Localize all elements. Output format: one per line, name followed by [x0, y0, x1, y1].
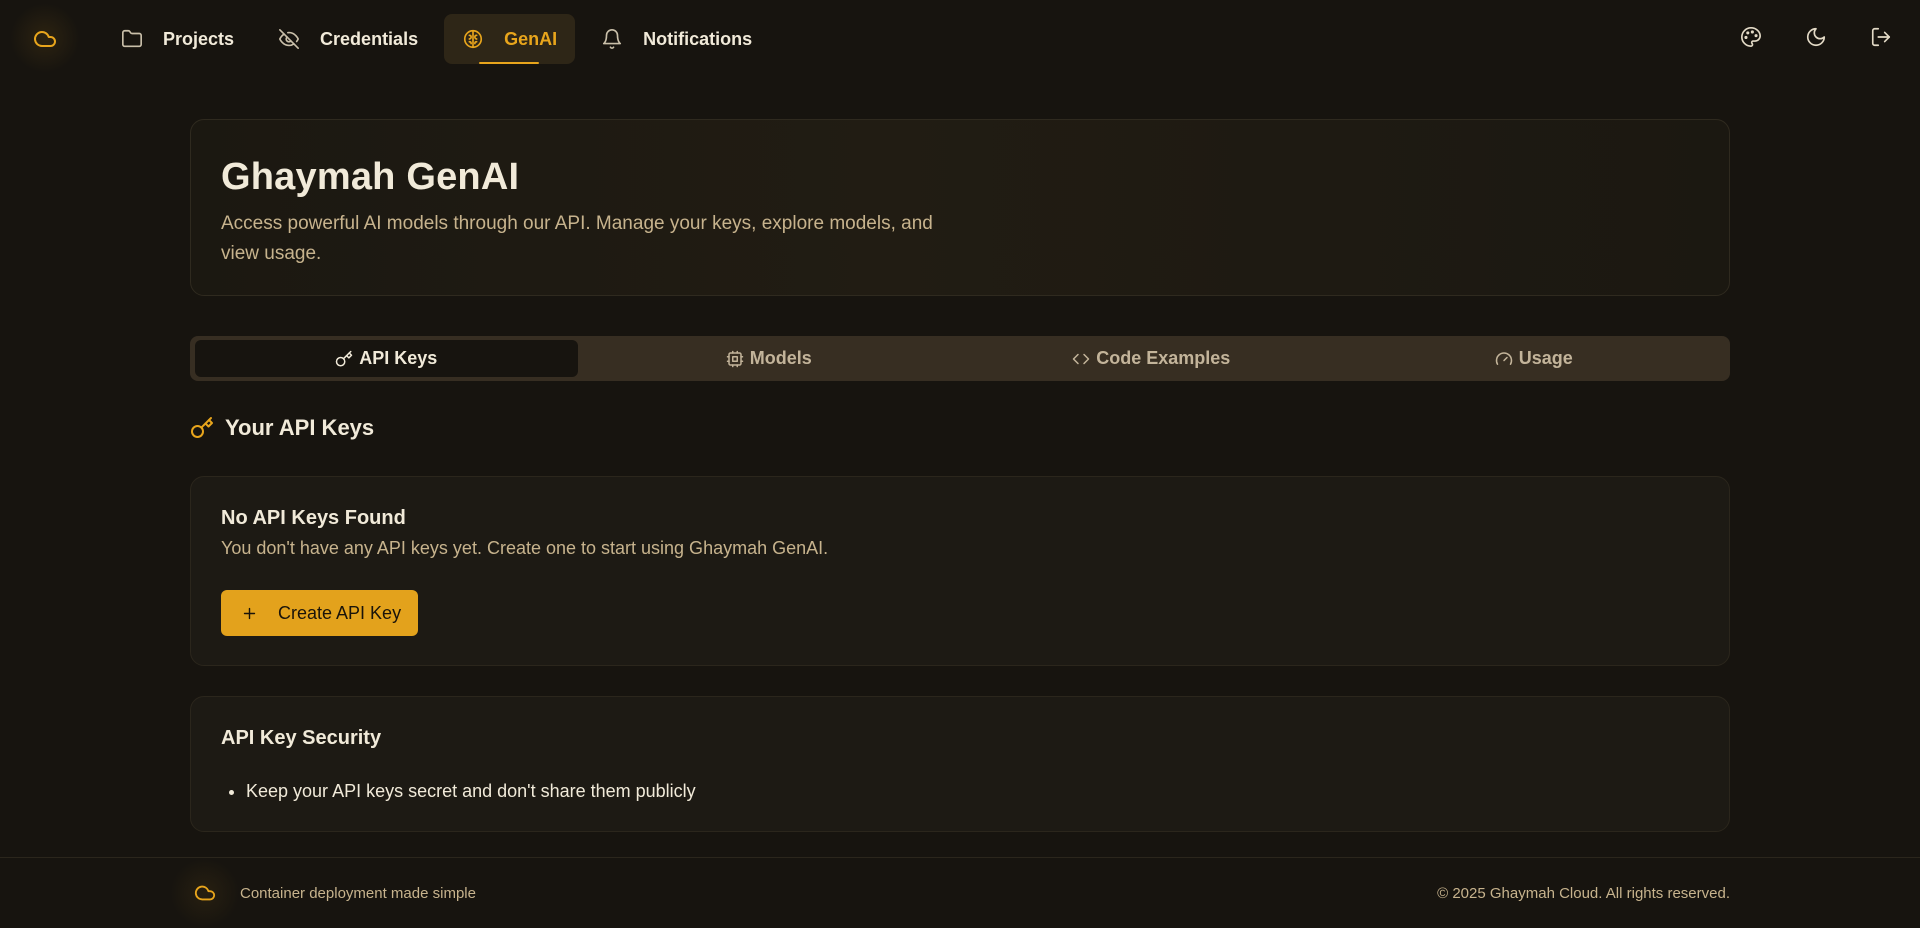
nav-actions: [1740, 26, 1892, 48]
tab-label: Usage: [1518, 348, 1573, 368]
nav-item-notifications[interactable]: Notifications: [583, 14, 770, 64]
cloud-icon: [170, 858, 240, 928]
tab-api-keys[interactable]: API Keys: [195, 340, 578, 377]
cloud-logo-icon[interactable]: [10, 3, 80, 73]
tab-models[interactable]: Models: [578, 340, 961, 377]
nav-item-label: Projects: [163, 28, 235, 49]
nav-item-label: Credentials: [320, 28, 419, 49]
empty-state-card: No API Keys Found You don't have any API…: [190, 476, 1730, 666]
footer: Container deployment made simple © 2025 …: [0, 857, 1920, 928]
palette-icon[interactable]: [1740, 26, 1762, 48]
folder-icon: [121, 28, 143, 50]
tab-label: Models: [749, 348, 812, 368]
tab-label: Code Examples: [1096, 348, 1231, 368]
section-heading: Your API Keys: [190, 415, 374, 441]
security-tips-list: Keep your API keys secret and don't shar…: [246, 780, 696, 802]
gauge-icon: [1495, 350, 1513, 368]
footer-tagline: Container deployment made simple: [240, 885, 476, 902]
create-api-key-label: Create API Key: [278, 602, 402, 623]
empty-state-message: You don't have any API keys yet. Create …: [221, 538, 829, 558]
genai-tabs: API Keys Models Code Examples Usage: [190, 336, 1730, 381]
bell-icon: [601, 28, 623, 50]
key-icon: [335, 350, 353, 368]
create-api-key-button[interactable]: Create API Key: [221, 590, 418, 636]
security-tip: Keep your API keys secret and don't shar…: [246, 780, 696, 802]
security-card: API Key Security Keep your API keys secr…: [190, 696, 1730, 832]
key-icon: [190, 416, 214, 440]
nav-item-projects[interactable]: Projects: [103, 14, 252, 64]
tab-label: API Keys: [359, 348, 438, 368]
plus-icon: [241, 605, 258, 622]
code-icon: [1072, 350, 1090, 368]
brain-icon: [462, 28, 484, 50]
footer-copyright: © 2025 Ghaymah Cloud. All rights reserve…: [1437, 885, 1730, 902]
nav-item-genai[interactable]: GenAI: [444, 14, 576, 64]
eye-off-icon: [278, 28, 300, 50]
empty-state-title: No API Keys Found: [221, 507, 406, 529]
nav-item-label: GenAI: [504, 28, 558, 49]
cpu-icon: [726, 350, 744, 368]
main-nav: Projects Credentials GenAI Notifications: [103, 14, 770, 64]
top-navigation: Projects Credentials GenAI Notifications: [0, 0, 1920, 78]
tab-code-examples[interactable]: Code Examples: [960, 340, 1343, 377]
nav-item-credentials[interactable]: Credentials: [260, 14, 436, 64]
page-title: Ghaymah GenAI: [221, 156, 520, 198]
hero-card: Ghaymah GenAI Access powerful AI models …: [190, 119, 1730, 296]
logout-icon[interactable]: [1870, 26, 1892, 48]
nav-item-label: Notifications: [643, 28, 753, 49]
page-description: Access powerful AI models through our AP…: [221, 213, 933, 264]
section-title: Your API Keys: [225, 415, 375, 440]
security-title: API Key Security: [221, 727, 382, 749]
tab-usage[interactable]: Usage: [1343, 340, 1726, 377]
moon-icon[interactable]: [1805, 26, 1827, 48]
